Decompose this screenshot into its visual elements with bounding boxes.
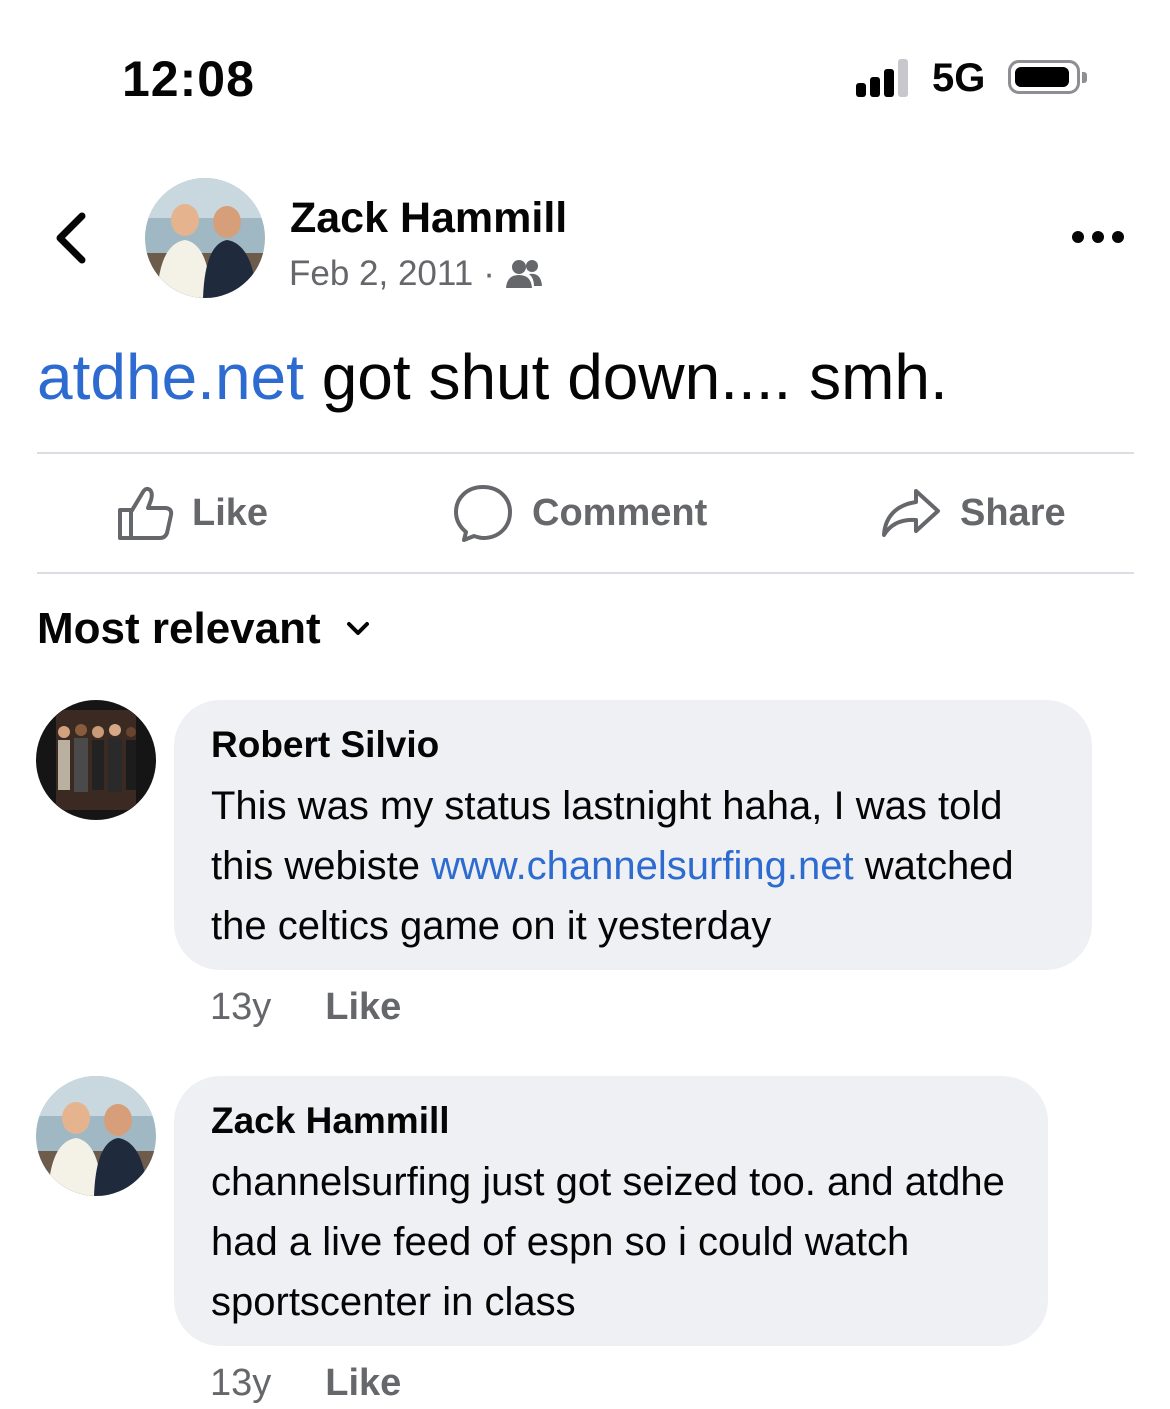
battery-icon [1008, 60, 1087, 94]
chevron-left-icon [56, 212, 86, 264]
comment-button[interactable]: Comment [452, 480, 707, 546]
comment-time[interactable]: 13y [210, 1362, 271, 1405]
share-button[interactable]: Share [880, 480, 1066, 546]
share-arrow-icon [882, 489, 940, 537]
comment-meta: 13y Like [210, 986, 401, 1029]
signal-strength-icon [856, 59, 916, 97]
meta-separator: · [483, 254, 495, 293]
thumbs-up-icon [118, 486, 174, 540]
post-body: got shut down.... smh. [303, 341, 948, 413]
divider [37, 572, 1134, 574]
author-avatar[interactable] [145, 178, 265, 298]
post-text: atdhe.net got shut down.... smh. [37, 340, 948, 414]
more-horizontal-icon [1072, 231, 1124, 243]
commenter-avatar[interactable] [36, 1076, 156, 1196]
network-type: 5G [932, 56, 986, 100]
comment-text: channelsurfing just got seized too. and … [211, 1160, 1005, 1324]
chevron-down-icon [346, 622, 369, 635]
post-detail-screen: 12:08 5G Zack Hammill Feb 2, 2011 · atdh… [0, 0, 1170, 1409]
comment-author[interactable]: Robert Silvio [211, 722, 1054, 768]
comment-like-button[interactable]: Like [325, 1362, 401, 1405]
comment-like-button[interactable]: Like [325, 986, 401, 1029]
share-label: Share [960, 491, 1066, 534]
like-button[interactable]: Like [116, 480, 268, 546]
comment-bubble: Zack Hammill channelsurfing just got sei… [174, 1076, 1048, 1346]
post-author-name[interactable]: Zack Hammill [290, 194, 567, 243]
post-meta: Feb 2, 2011 · [289, 254, 543, 294]
like-label: Like [192, 491, 269, 534]
comment-link[interactable]: www.channelsurfing.net [431, 844, 853, 888]
comment-bubble-icon [454, 485, 512, 542]
comment-meta: 13y Like [210, 1362, 401, 1405]
comment-time[interactable]: 13y [210, 986, 271, 1029]
comment-sort-dropdown[interactable]: Most relevant [37, 604, 371, 654]
comment-author[interactable]: Zack Hammill [211, 1098, 1010, 1144]
sort-label: Most relevant [37, 604, 321, 653]
commenter-avatar[interactable] [36, 700, 156, 820]
comment-text: This was my status lastnight haha, I was… [211, 776, 1054, 956]
post-link[interactable]: atdhe.net [37, 341, 304, 413]
more-options-button[interactable] [1070, 224, 1126, 250]
back-button[interactable] [48, 206, 98, 270]
post-date[interactable]: Feb 2, 2011 [289, 254, 473, 294]
comment-label: Comment [532, 491, 708, 534]
friends-icon [505, 260, 542, 288]
status-time: 12:08 [122, 51, 255, 107]
divider [37, 452, 1134, 454]
comment-bubble: Robert Silvio This was my status lastnig… [174, 700, 1092, 970]
